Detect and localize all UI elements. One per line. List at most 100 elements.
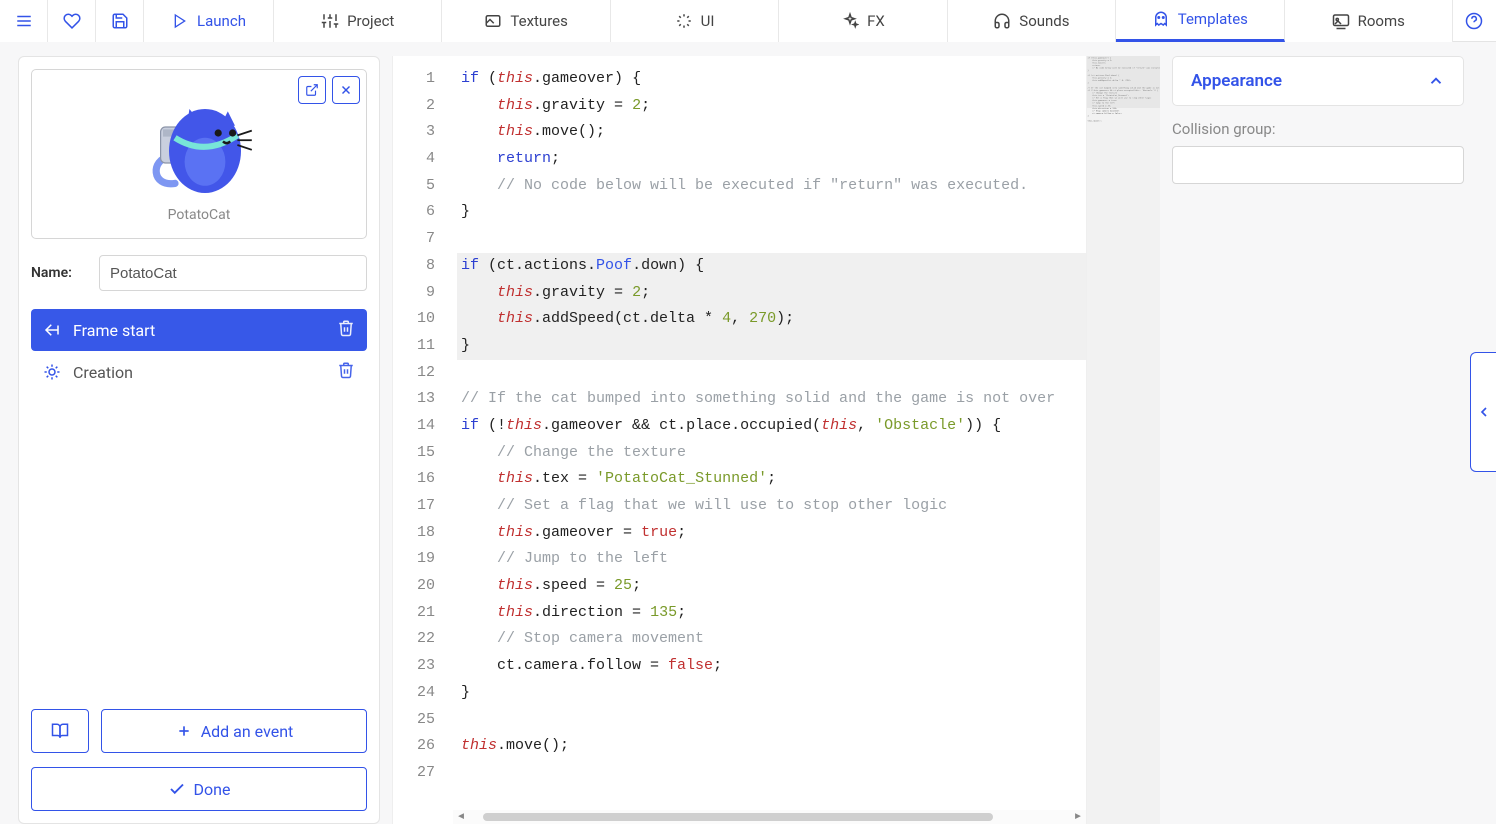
external-link-icon (303, 81, 321, 99)
tab-fx-label: FX (867, 12, 885, 30)
name-input[interactable] (99, 255, 367, 291)
play-icon (171, 12, 189, 30)
line-number: 8 (393, 253, 435, 280)
scroll-right-arrow-icon[interactable]: ▸ (1070, 810, 1086, 824)
code-line[interactable]: // If the cat bumped into something soli… (457, 386, 1160, 413)
minimap-overlay[interactable] (1087, 56, 1160, 108)
drawer-handle[interactable] (1470, 352, 1496, 472)
event-creation[interactable]: Creation (31, 351, 367, 393)
code-line[interactable]: this.direction = 135; (457, 600, 1160, 627)
code-line[interactable]: // Jump to the left (457, 546, 1160, 573)
code-line[interactable]: return; (457, 146, 1160, 173)
code-line[interactable]: // Stop camera movement (457, 626, 1160, 653)
code-line[interactable]: this.speed = 25; (457, 573, 1160, 600)
delete-event-button[interactable] (337, 319, 355, 341)
code-line[interactable]: this.move(); (457, 119, 1160, 146)
template-left-panel: PotatoCat Name: Frame startCreation Add … (18, 56, 380, 824)
menu-button[interactable] (0, 0, 48, 42)
favorite-button[interactable] (48, 0, 96, 42)
line-gutter: 1234567891011121314151617181920212223242… (393, 56, 453, 824)
open-texture-button[interactable] (298, 76, 326, 104)
tab-textures[interactable]: Textures (442, 0, 610, 42)
collision-group-label: Collision group: (1172, 120, 1464, 138)
line-number: 17 (393, 493, 435, 520)
code-line[interactable]: // Set a flag that we will use to stop o… (457, 493, 1160, 520)
line-number: 18 (393, 520, 435, 547)
right-panel: Appearance Collision group: (1172, 56, 1464, 824)
line-number: 7 (393, 226, 435, 253)
tab-templates-label: Templates (1178, 10, 1248, 28)
code-line[interactable]: this.tex = 'PotatoCat_Stunned'; (457, 466, 1160, 493)
launch-label: Launch (197, 12, 246, 30)
cat-sprite (139, 85, 259, 205)
tab-rooms[interactable]: Rooms (1285, 0, 1452, 42)
code-line[interactable]: this.move(); (457, 733, 1160, 760)
code-line[interactable]: if (ct.actions.Poof.down) { (457, 253, 1160, 280)
line-number: 5 (393, 173, 435, 200)
close-icon (337, 81, 355, 99)
scrollbar-thumb[interactable] (483, 813, 993, 821)
book-icon (51, 722, 69, 740)
done-button[interactable]: Done (31, 767, 367, 811)
code-content[interactable]: if (this.gameover) { this.gravity = 2; t… (453, 56, 1160, 824)
line-number: 16 (393, 466, 435, 493)
code-line[interactable]: ct.camera.follow = false; (457, 653, 1160, 680)
line-number: 6 (393, 199, 435, 226)
sparkle-icon (841, 12, 859, 30)
tab-sounds[interactable]: Sounds (948, 0, 1116, 42)
tab-project[interactable]: Project (274, 0, 442, 42)
code-line[interactable]: // Change the texture (457, 440, 1160, 467)
event-label: Frame start (73, 321, 155, 340)
tab-textures-label: Textures (510, 12, 567, 30)
line-number: 22 (393, 626, 435, 653)
launch-button[interactable]: Launch (144, 0, 274, 42)
appearance-section[interactable]: Appearance (1172, 56, 1464, 106)
help-button[interactable] (1452, 0, 1496, 42)
event-frame-start[interactable]: Frame start (31, 309, 367, 351)
code-line[interactable]: // No code below will be executed if "re… (457, 173, 1160, 200)
line-number: 21 (393, 600, 435, 627)
code-line[interactable] (457, 760, 1160, 787)
tab-fx[interactable]: FX (779, 0, 947, 42)
scroll-left-arrow-icon[interactable]: ◂ (453, 810, 469, 824)
minimap[interactable]: if (this.gameover) { this.gravity = 2; t… (1086, 56, 1160, 824)
save-button[interactable] (96, 0, 144, 42)
code-line[interactable]: if (this.gameover) { (457, 66, 1160, 93)
line-number: 13 (393, 386, 435, 413)
code-line[interactable]: this.addSpeed(ct.delta * 4, 270); (457, 306, 1160, 333)
code-line[interactable]: } (457, 680, 1160, 707)
add-event-button[interactable]: Add an event (101, 709, 367, 753)
collision-group-input[interactable] (1172, 146, 1464, 184)
code-line[interactable] (457, 226, 1160, 253)
plus-icon (175, 722, 193, 740)
docs-button[interactable] (31, 709, 89, 753)
line-number: 19 (393, 546, 435, 573)
code-line[interactable] (457, 360, 1160, 387)
help-icon (1465, 12, 1483, 30)
menu-icon (15, 12, 33, 30)
code-line[interactable] (457, 707, 1160, 734)
line-number: 4 (393, 146, 435, 173)
line-number: 12 (393, 360, 435, 387)
heart-icon (63, 12, 81, 30)
clear-texture-button[interactable] (332, 76, 360, 104)
code-line[interactable]: } (457, 333, 1160, 360)
add-event-label: Add an event (201, 722, 294, 741)
code-editor[interactable]: 1234567891011121314151617181920212223242… (392, 56, 1160, 824)
texture-preview[interactable]: PotatoCat (31, 69, 367, 239)
code-line[interactable]: this.gravity = 2; (457, 280, 1160, 307)
line-number: 1 (393, 66, 435, 93)
event-list: Frame start Creation (31, 309, 367, 393)
tab-ui[interactable]: UI (611, 0, 779, 42)
horizontal-scrollbar[interactable]: ◂ ▸ (453, 810, 1086, 824)
code-line[interactable]: } (457, 199, 1160, 226)
line-number: 20 (393, 573, 435, 600)
code-line[interactable]: this.gameover = true; (457, 520, 1160, 547)
tab-templates[interactable]: Templates (1116, 0, 1284, 42)
delete-event-button[interactable] (337, 361, 355, 383)
code-line[interactable]: this.gravity = 2; (457, 93, 1160, 120)
tab-rooms-label: Rooms (1358, 12, 1405, 30)
code-line[interactable]: if (!this.gameover && ct.place.occupied(… (457, 413, 1160, 440)
tab-project-label: Project (347, 12, 394, 30)
chevron-up-icon (1427, 72, 1445, 90)
